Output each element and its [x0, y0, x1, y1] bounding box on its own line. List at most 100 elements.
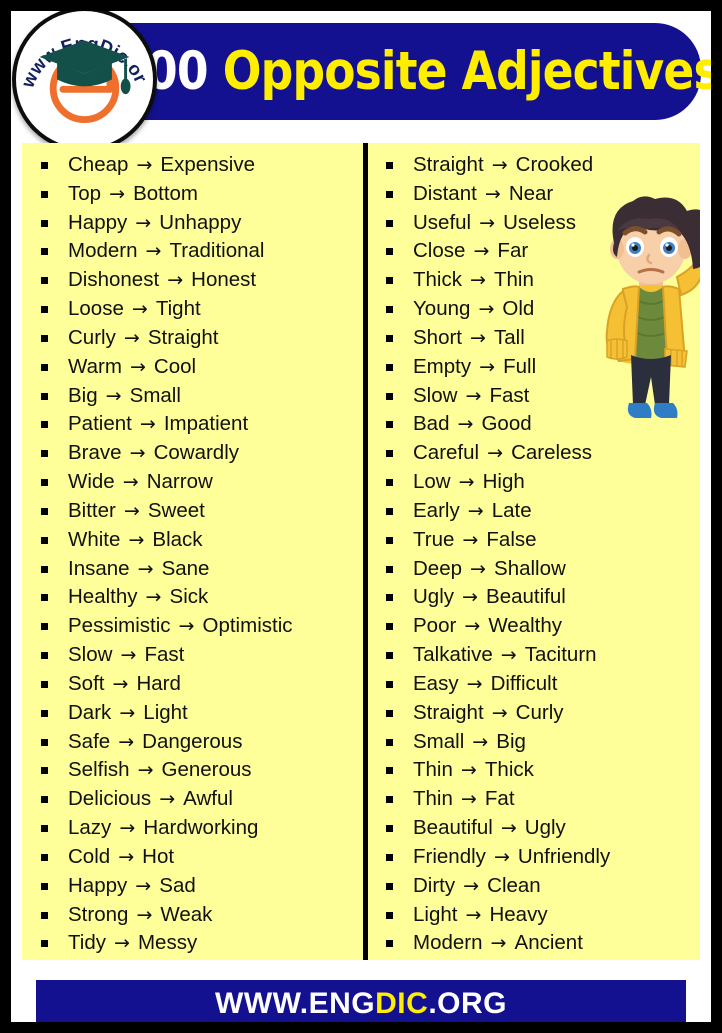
arrow-right-icon: → — [116, 471, 145, 494]
adjective-opposite: Shallow — [494, 556, 566, 580]
adjective-word: White — [68, 527, 121, 551]
adjective-pair-item: Safe → Dangerous — [39, 728, 363, 757]
arrow-right-icon: → — [130, 903, 159, 926]
adjective-pair-item: White → Black — [39, 526, 363, 555]
adjective-opposite: Black — [152, 527, 203, 551]
adjective-opposite: Hard — [136, 671, 181, 695]
arrow-right-icon: → — [456, 528, 485, 551]
arrow-right-icon: → — [457, 874, 486, 897]
arrow-right-icon: → — [456, 586, 485, 609]
adjective-opposite: Near — [508, 181, 554, 205]
adjective-opposite: Wealthy — [488, 614, 562, 638]
adjective-word: Curly — [68, 325, 116, 349]
header-title-bar: 100 Opposite Adjectives — [86, 23, 711, 120]
adjective-word: Straight — [413, 700, 484, 724]
arrow-right-icon: → — [464, 557, 493, 580]
adjective-pair-item: Modern → Traditional — [39, 237, 363, 266]
footer-bar[interactable]: WWW.ENGDIC.ORG — [36, 980, 686, 1022]
adjective-opposite: Fast — [489, 383, 530, 407]
adjective-word: Thin — [413, 758, 453, 782]
adjective-pair-item: Patient → Impatient — [39, 410, 363, 439]
arrow-right-icon: → — [129, 211, 158, 234]
arrow-right-icon: → — [464, 326, 492, 349]
arrow-right-icon: → — [103, 182, 132, 205]
adjective-word: True — [413, 527, 455, 551]
engdic-logo[interactable]: www.EngDic.org — [12, 11, 157, 152]
adjective-pair-item: Slow → Fast — [39, 641, 363, 670]
arrow-right-icon: → — [473, 355, 502, 378]
adjective-word: Useful — [413, 210, 472, 234]
page-title-phrase: Opposite Adjectives — [222, 41, 720, 102]
adjective-word: Patient — [68, 412, 132, 436]
adjective-pair-item: Dirty → Clean — [384, 872, 700, 901]
adjective-opposite: Fast — [144, 643, 185, 667]
arrow-right-icon: → — [130, 154, 159, 176]
adjective-pair-item: Thin → Fat — [384, 785, 700, 814]
adjective-word: Big — [68, 383, 98, 407]
adjective-word: Bitter — [68, 498, 116, 522]
adjective-word: Poor — [413, 614, 457, 638]
adjective-word: Dirty — [413, 873, 456, 897]
arrow-right-icon: → — [112, 845, 141, 868]
adjective-word: Healthy — [68, 585, 138, 609]
adjective-word: Lazy — [68, 816, 112, 840]
adjective-opposite: Unfriendly — [517, 844, 611, 868]
adjective-opposite: Heavy — [489, 902, 548, 926]
adjective-word: Slow — [68, 643, 113, 667]
bullet-square-icon — [41, 450, 48, 458]
bullet-square-icon — [41, 421, 48, 429]
bullet-square-icon — [41, 911, 48, 919]
adjective-word: Early — [413, 498, 460, 522]
adjective-opposite: Big — [496, 729, 526, 753]
bullet-square-icon — [41, 940, 48, 948]
bullet-square-icon — [386, 363, 393, 371]
adjective-word: Dishonest — [68, 268, 160, 292]
adjective-opposite: Tight — [155, 297, 201, 321]
adjective-pair-item: Bitter → Sweet — [39, 497, 363, 526]
bullet-square-icon — [386, 277, 393, 285]
adjective-pair-item: Happy → Unhappy — [39, 209, 363, 238]
adjective-opposite: Optimistic — [202, 614, 293, 638]
adjective-opposite: Dangerous — [142, 729, 243, 753]
arrow-right-icon: → — [466, 730, 495, 753]
bullet-square-icon — [41, 565, 48, 573]
adjective-word: Talkative — [413, 643, 493, 667]
bullet-square-icon — [41, 162, 48, 169]
adjective-opposite: Clean — [487, 873, 541, 897]
bullet-square-icon — [41, 507, 48, 515]
arrow-right-icon: → — [113, 701, 142, 724]
right-column: Straight → Crooked Distant → Near Useful →… — [363, 143, 700, 960]
adjective-opposite: Awful — [183, 787, 233, 811]
adjective-word: Distant — [413, 181, 477, 205]
adjective-word: Tidy — [68, 931, 106, 955]
bullet-square-icon — [386, 190, 393, 198]
arrow-right-icon: → — [454, 759, 483, 782]
adjective-word: Young — [413, 297, 471, 321]
adjective-opposite: Expensive — [160, 153, 256, 176]
arrow-right-icon: → — [129, 874, 158, 897]
adjective-opposite: Good — [481, 412, 532, 436]
adjective-opposite: Traditional — [169, 239, 265, 263]
adjective-pair-item: Friendly → Unfriendly — [384, 843, 700, 872]
bullet-square-icon — [41, 306, 48, 314]
adjective-opposite: Unhappy — [159, 210, 242, 234]
adjective-word: Close — [413, 239, 466, 263]
bullet-square-icon — [386, 738, 393, 746]
adjective-word: Insane — [68, 556, 130, 580]
adjective-pair-item: Cheap → Expensive — [39, 151, 363, 180]
adjective-pair-item: Close → Far — [384, 237, 700, 266]
adjective-opposite: Far — [497, 239, 529, 263]
adjective-pair-item: Empty → Full — [384, 353, 700, 382]
adjective-pair-item: Tidy → Messy — [39, 929, 363, 958]
adjective-pair-item: Dishonest → Honest — [39, 266, 363, 295]
page-title: 100 Opposite Adjectives — [115, 45, 711, 98]
adjective-opposite: Narrow — [146, 470, 213, 494]
arrow-right-icon: → — [123, 355, 152, 378]
adjective-pair-item: Deep → Shallow — [384, 555, 700, 584]
adjective-pair-item: Easy → Difficult — [384, 670, 700, 699]
adjective-word: Top — [68, 181, 102, 205]
adjective-opposite: Small — [129, 383, 181, 407]
adjective-word: Delicious — [68, 787, 152, 811]
adjective-word: Pessimistic — [68, 614, 171, 638]
bullet-square-icon — [386, 421, 393, 429]
